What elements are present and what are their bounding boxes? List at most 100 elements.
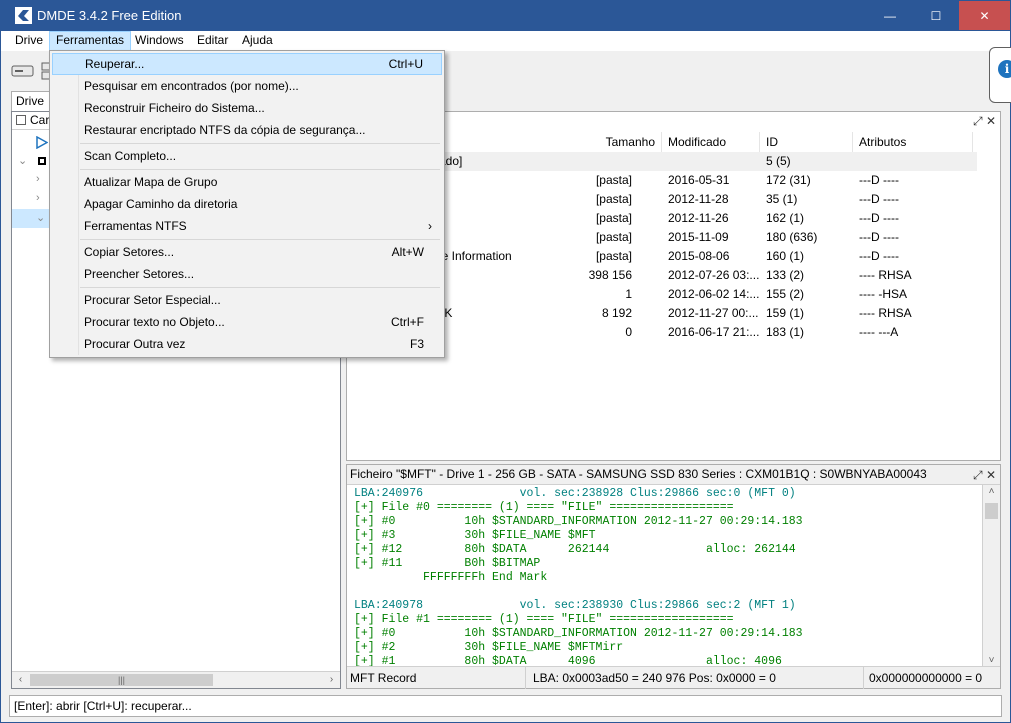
file-attributes-cell: ---D ----	[859, 173, 899, 187]
file-id-cell: 162 (1)	[766, 211, 805, 225]
file-modified-cell: 2016-05-31	[668, 173, 730, 187]
file-id-cell: 155 (2)	[766, 287, 805, 301]
tree-row-selected[interactable]: ⌄	[12, 209, 50, 228]
file-attributes-cell: ---- RHSA	[859, 306, 912, 320]
file-attributes-cell: ---- RHSA	[859, 268, 912, 282]
scroll-up-icon[interactable]: ˄	[983, 486, 1000, 497]
mft-panel-title: Ficheiro "$MFT" - Drive 1 - 256 GB - SAT…	[350, 467, 927, 481]
column-header-id[interactable]: ID	[760, 132, 853, 152]
chevron-right-icon: ›	[428, 219, 432, 233]
menu-item-pesquisar-encontrados[interactable]: Pesquisar em encontrados (por nome)...	[52, 75, 442, 97]
file-id-cell: 160 (1)	[766, 249, 805, 263]
menu-item-recuperar[interactable]: Reuperar... Ctrl+U	[52, 53, 442, 75]
column-header-size[interactable]: Tamanho	[577, 132, 662, 152]
file-id-cell: 35 (1)	[766, 192, 798, 206]
checkbox-icon	[16, 115, 26, 125]
panel-controls[interactable]: ⤢ ✕	[973, 466, 996, 485]
menu-item-preencher-setores[interactable]: Preencher Setores...	[52, 263, 442, 285]
mft-vertical-scrollbar[interactable]: ˄ ˅	[982, 485, 1000, 667]
file-id-cell: 133 (2)	[766, 268, 805, 282]
tree-header-label: Car	[30, 113, 50, 127]
menu-item-procurar-outra-vez[interactable]: Procurar Outra vez F3	[52, 333, 442, 355]
status-bar: [Enter]: abrir [Ctrl+U]: recuperar...	[9, 695, 1002, 717]
mft-record-line: [+] #11 B0h $BITMAP	[354, 557, 541, 570]
mft-record-line: [+] #0 10h $STANDARD_INFORMATION 2012-11…	[354, 627, 803, 640]
menu-item-atualizar-mapa[interactable]: Atualizar Mapa de Grupo	[52, 171, 442, 193]
menu-item-ferramentas-ntfs[interactable]: Ferramentas NTFS ›	[52, 215, 442, 237]
menu-item-scan-completo[interactable]: Scan Completo...	[52, 145, 442, 167]
menu-item-reconstruir-ficheiro[interactable]: Reconstruir Ficheiro do Sistema...	[52, 97, 442, 119]
scroll-down-icon[interactable]: ˅	[983, 655, 1000, 666]
expand-icon[interactable]: ⤢	[973, 468, 983, 482]
tab-drive[interactable]: Drive	[11, 91, 51, 111]
mft-record-line: [+] #12 80h $DATA 262144 alloc: 262144	[354, 543, 796, 556]
menu-item-apagar-caminho[interactable]: Apagar Caminho da diretoria	[52, 193, 442, 215]
mft-record-line: LBA:240976 vol. sec:238928 Clus:29866 se…	[354, 487, 796, 500]
status-value: 0x000000000000 = 0	[869, 671, 983, 685]
panel-controls[interactable]: ⤢ ✕	[973, 114, 996, 129]
mft-record-line: [+] File #1 ======== (1) ==== "FILE" ===…	[354, 613, 734, 626]
expand-icon[interactable]: ⤢	[973, 114, 983, 128]
file-size-cell: [pasta]	[595, 192, 632, 206]
menu-separator	[80, 169, 440, 170]
mft-record-line: [+] #2 30h $FILE_NAME $MFTMirr	[354, 641, 624, 654]
menu-ferramentas[interactable]: Ferramentas	[49, 31, 132, 51]
column-header-attributes[interactable]: Atributos	[853, 132, 973, 152]
menu-editar[interactable]: Editar	[191, 31, 234, 51]
chevron-right-icon: ›	[36, 192, 40, 204]
file-size-cell: [pasta]	[595, 173, 632, 187]
drive-icon[interactable]	[11, 64, 35, 78]
file-modified-cell: 2012-11-27 00:...	[668, 306, 759, 320]
menu-bar: Drive Ferramentas Windows Editar Ajuda	[1, 31, 1010, 51]
close-icon: ✕	[979, 8, 990, 23]
menu-item-procurar-texto[interactable]: Procurar texto no Objeto... Ctrl+F	[52, 311, 442, 333]
file-size-cell: 1	[625, 287, 632, 301]
info-icon: i	[998, 60, 1011, 78]
file-id-cell: 183 (1)	[766, 325, 805, 339]
menu-item-copiar-setores[interactable]: Copiar Setores... Alt+W	[52, 241, 442, 263]
file-size-cell: [pasta]	[595, 249, 632, 263]
file-attributes-cell: ---- -HSA	[859, 287, 907, 301]
close-panel-icon[interactable]: ✕	[986, 114, 996, 128]
tree-horizontal-scrollbar[interactable]: ‹ ||| ›	[12, 671, 340, 688]
file-modified-cell: 2015-08-06	[668, 249, 730, 263]
file-id-cell: 180 (636)	[766, 230, 818, 244]
divider	[863, 667, 864, 689]
app-window: DMDE 3.4.2 Free Edition — ☐ ✕ Drive Ferr…	[0, 0, 1011, 723]
info-popup[interactable]: i	[989, 47, 1011, 103]
mft-record-line: FFFFFFFFh End Mark	[354, 571, 548, 584]
mft-record-line: [+] #0 10h $STANDARD_INFORMATION 2012-11…	[354, 515, 803, 528]
menu-ajuda[interactable]: Ajuda	[236, 31, 279, 51]
close-panel-icon[interactable]: ✕	[986, 468, 996, 482]
mft-status-bar: MFT Record LBA: 0x0003ad50 = 240 976 Pos…	[347, 666, 1000, 689]
scroll-thumb[interactable]	[985, 503, 998, 519]
file-attributes-cell: ---D ----	[859, 249, 899, 263]
divider	[525, 667, 526, 689]
menu-item-procurar-setor[interactable]: Procurar Setor Especial...	[52, 289, 442, 311]
mft-panel-header: Ficheiro "$MFT" - Drive 1 - 256 GB - SAT…	[347, 465, 1000, 485]
file-attributes-cell: ---D ----	[859, 230, 899, 244]
close-button[interactable]: ✕	[959, 1, 1010, 30]
scroll-left-icon[interactable]: ‹	[12, 674, 29, 685]
minimize-icon: —	[884, 8, 896, 23]
file-size-cell: [pasta]	[595, 211, 632, 225]
file-modified-cell: 2012-11-28	[668, 192, 729, 206]
menu-windows[interactable]: Windows	[129, 31, 190, 51]
file-attributes-cell: ---D ----	[859, 192, 899, 206]
scroll-right-icon[interactable]: ›	[323, 674, 340, 685]
mft-record-view[interactable]: LBA:240976 vol. sec:238928 Clus:29866 se…	[347, 485, 982, 667]
scroll-thumb[interactable]: |||	[30, 674, 213, 686]
file-size-cell: [pasta]	[595, 230, 632, 244]
column-header-modified[interactable]: Modificado	[662, 132, 760, 152]
title-bar[interactable]: DMDE 3.4.2 Free Edition — ☐ ✕	[1, 1, 1010, 31]
file-size-cell: 398 156	[588, 268, 632, 282]
menu-item-restaurar-ntfs[interactable]: Restaurar encriptado NTFS da cópia de se…	[52, 119, 442, 141]
chevron-down-icon: ⌄	[36, 212, 46, 224]
mft-record-line: [+] File #0 ======== (1) ==== "FILE" ===…	[354, 501, 734, 514]
maximize-button[interactable]: ☐	[913, 1, 959, 30]
file-modified-cell: 2016-06-17 21:...	[668, 325, 760, 339]
mft-record-line: LBA:240978 vol. sec:238930 Clus:29866 se…	[354, 599, 796, 612]
status-record-type: MFT Record	[350, 671, 417, 685]
minimize-button[interactable]: —	[867, 1, 913, 30]
menu-drive[interactable]: Drive	[9, 31, 49, 51]
